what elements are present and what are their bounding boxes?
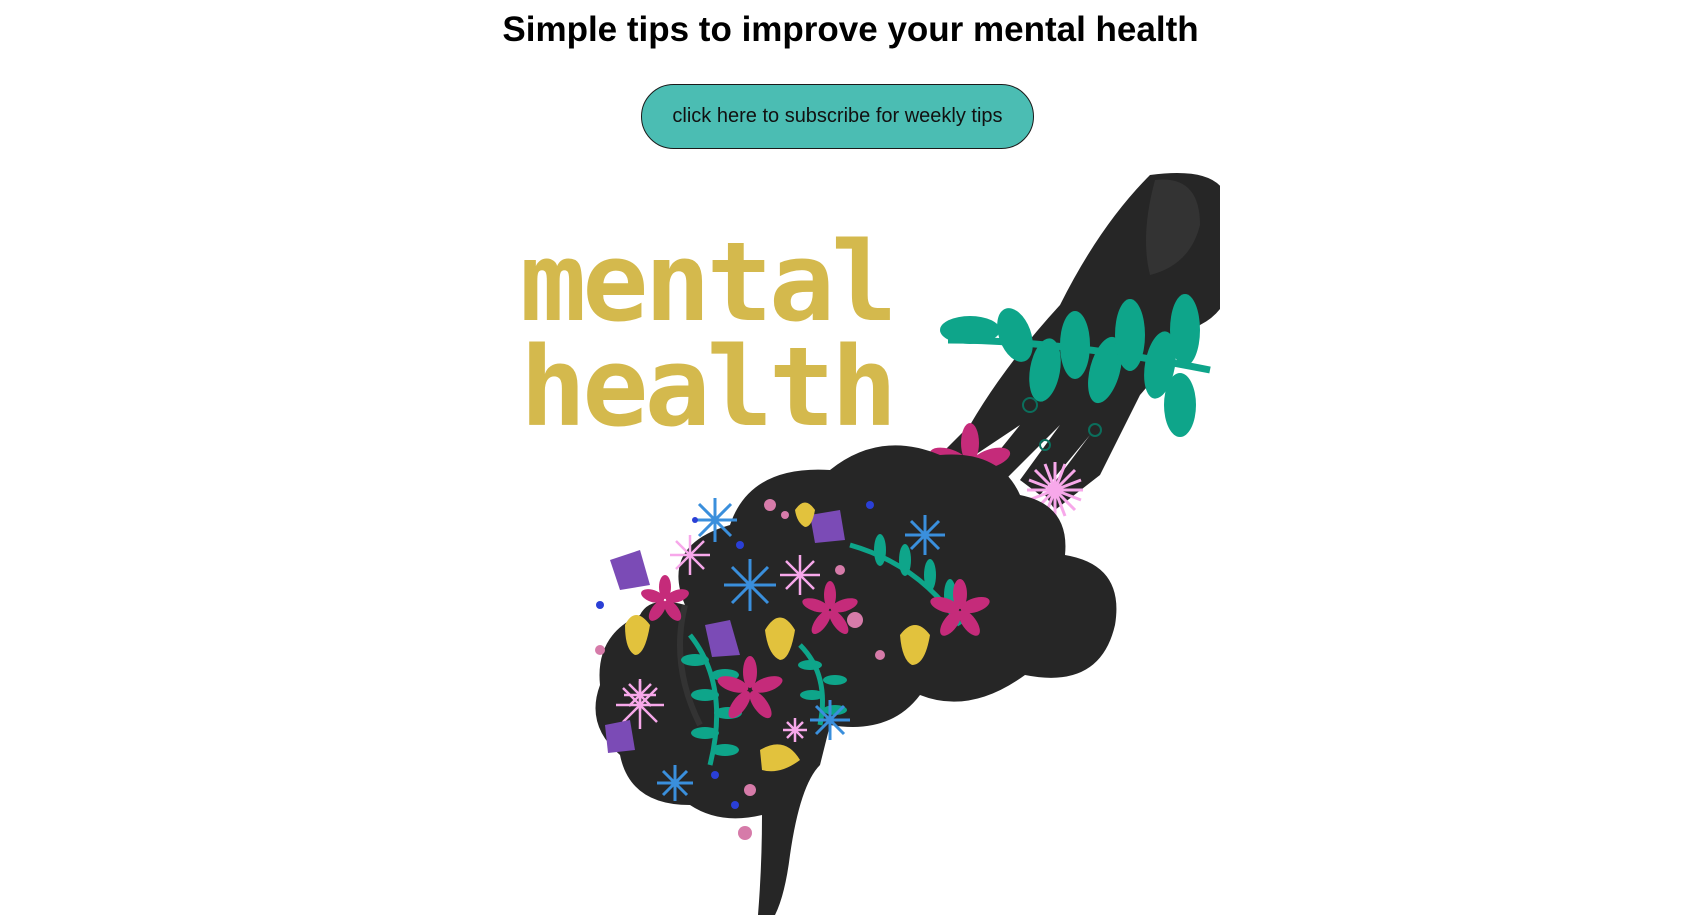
brain-illustration [595,445,1117,915]
page-title: Simple tips to improve your mental healt… [502,10,1199,49]
lettering-health: health [520,323,893,451]
mental-health-lettering: mental health [520,218,897,451]
mental-health-illustration: mental health [500,165,1220,915]
subscribe-button[interactable]: click here to subscribe for weekly tips [641,84,1034,149]
